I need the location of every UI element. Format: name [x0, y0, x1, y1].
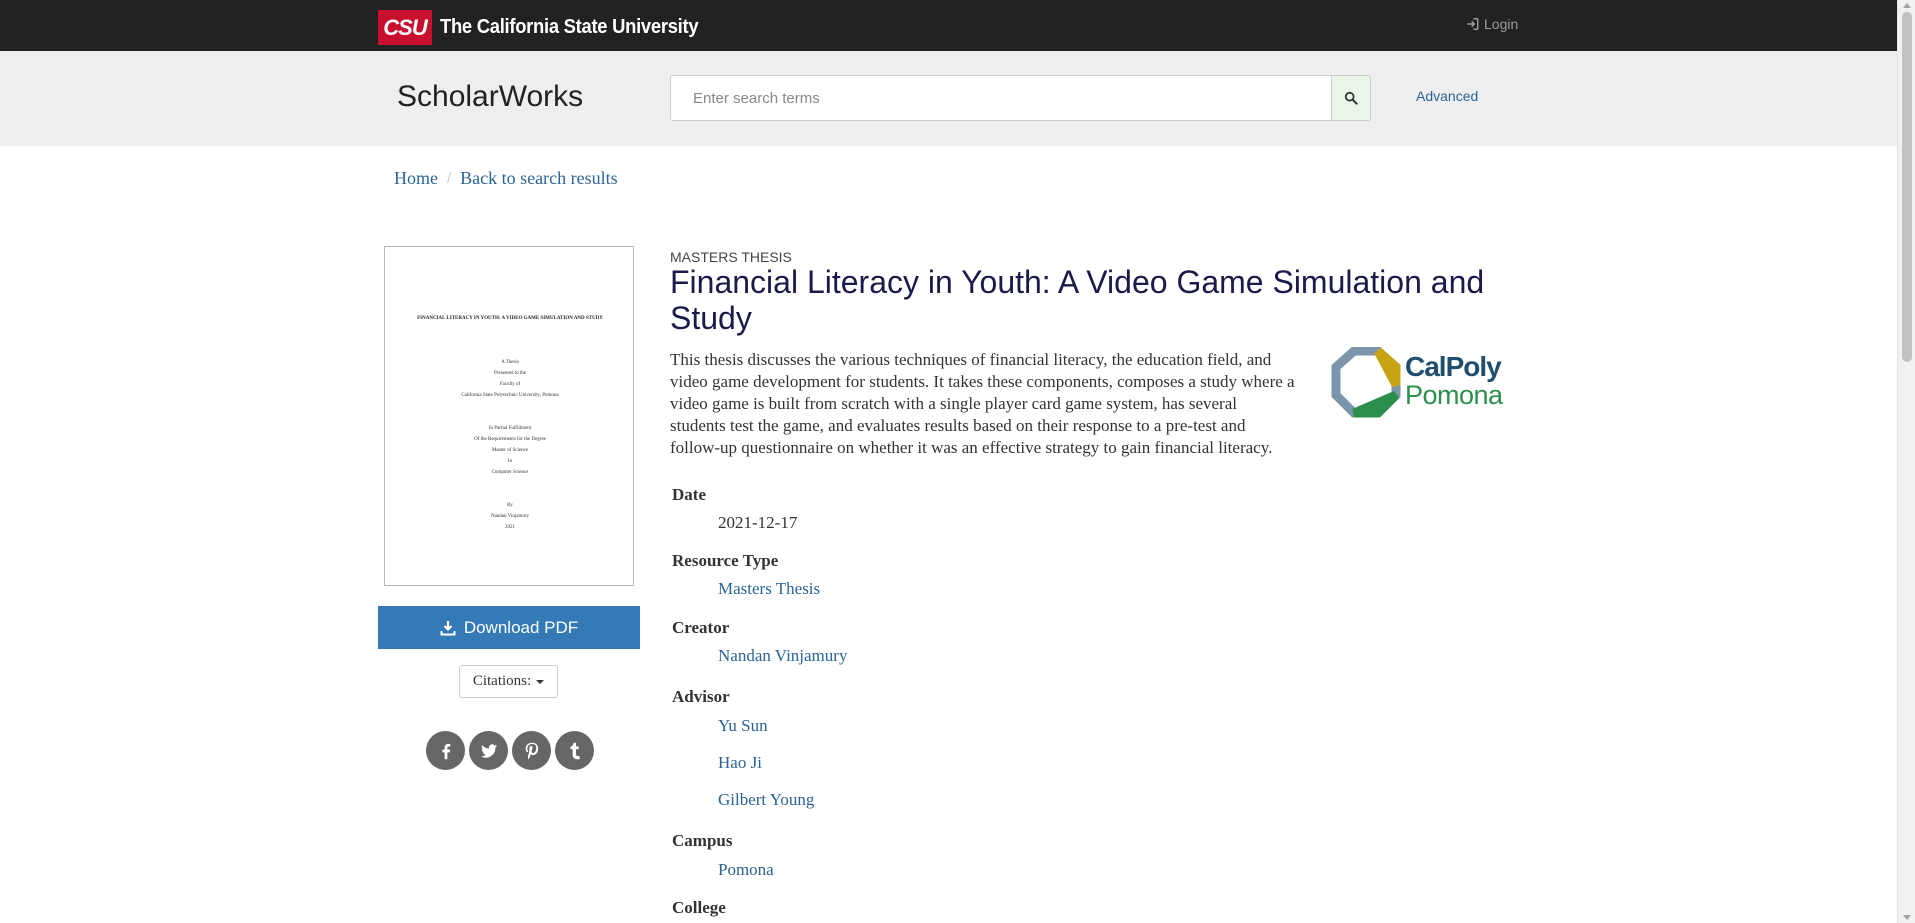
social-share-buttons: [426, 731, 594, 770]
citations-dropdown[interactable]: Citations:: [459, 665, 558, 698]
thumbnail-line: California State Polytechnic University,…: [461, 393, 559, 398]
login-link[interactable]: Login: [1465, 16, 1518, 32]
citations-label: Citations:: [472, 673, 532, 689]
advanced-search-link[interactable]: Advanced: [1416, 88, 1478, 104]
thumbnail-line: Master of Science: [491, 448, 529, 453]
tumblr-icon[interactable]: [555, 731, 594, 770]
csu-logo-mark: CSU: [378, 10, 432, 45]
thumbnail-line: [415, 412, 605, 423]
resource-type-label: MASTERS THESIS: [670, 249, 792, 265]
twitter-icon[interactable]: [469, 731, 508, 770]
campus-label: Campus: [672, 831, 733, 850]
thumbnail-line: Presented to the: [494, 371, 526, 376]
calpoly-logo-line1: CalPoly: [1405, 351, 1502, 382]
resource-type-field-label: Resource Type: [672, 551, 779, 570]
creator-label: Creator: [672, 618, 730, 637]
login-label: Login: [1484, 16, 1519, 32]
advisor-link[interactable]: Gilbert Young: [718, 790, 814, 810]
college-label: College: [672, 898, 726, 917]
top-navbar: CSU The California State University Logi…: [0, 0, 1897, 51]
thumbnail-line: [415, 401, 605, 412]
pdf-thumbnail[interactable]: FINANCIAL LITERACY IN YOUTH: A VIDEO GAM…: [384, 246, 634, 586]
thumbnail-line: A Thesis: [501, 360, 519, 365]
creator-link[interactable]: Nandan Vinjamury: [718, 646, 847, 666]
csu-logo[interactable]: CSU The California State University: [378, 10, 721, 45]
scroll-up-arrow-icon[interactable]: [1903, 3, 1911, 8]
resource-type-link[interactable]: Masters Thesis: [718, 579, 820, 599]
thumbnail-line: Computer Science: [491, 470, 529, 475]
thumbnail-line: Nandan Vinjamury: [490, 514, 530, 519]
thumbnail-line: Faculty of: [499, 382, 521, 387]
breadcrumb-back-to-results[interactable]: Back to search results: [460, 168, 617, 189]
thumbnail-line: Of the Requirements for the Degree: [474, 437, 546, 442]
breadcrumb-separator: /: [447, 170, 452, 187]
download-pdf-button[interactable]: Download PDF: [378, 606, 640, 649]
date-label: Date: [672, 485, 706, 504]
calpoly-octagon-icon: [1331, 347, 1401, 418]
search-band: ScholarWorks Advanced: [0, 51, 1897, 146]
thumbnail-title: FINANCIAL LITERACY IN YOUTH: A VIDEO GAM…: [417, 316, 603, 321]
date-value: 2021-12-17: [718, 513, 798, 532]
search-icon: [1344, 91, 1358, 105]
campus-link[interactable]: Pomona: [718, 860, 774, 880]
record-title: Financial Literacy in Youth: A Video Gam…: [670, 264, 1485, 336]
scrollbar-thumb[interactable]: [1902, 12, 1912, 362]
sign-in-icon: [1467, 18, 1479, 30]
search-input[interactable]: [670, 75, 1332, 121]
org-name: The California State University: [440, 16, 699, 38]
calpoly-pomona-logo: CalPoly Pomona: [1330, 347, 1515, 419]
thumbnail-line: [415, 489, 605, 500]
search-button[interactable]: [1331, 75, 1371, 121]
thumbnail-line: By: [507, 503, 513, 508]
thumbnail-line: [415, 478, 605, 489]
breadcrumb-home[interactable]: Home: [394, 168, 438, 189]
calpoly-logo-line2: Pomona: [1405, 380, 1503, 410]
breadcrumb: Home / Back to search results: [394, 168, 618, 189]
download-label: Download PDF: [463, 617, 579, 637]
advisor-label: Advisor: [672, 687, 730, 706]
facebook-icon[interactable]: [426, 731, 465, 770]
thumbnail-line: 2021: [505, 525, 515, 530]
thumbnail-body: A Thesis Presented to the Faculty of Cal…: [415, 357, 605, 533]
thumbnail-line: In: [507, 459, 513, 464]
record-abstract: This thesis discusses the various techni…: [670, 350, 1295, 457]
pinterest-icon[interactable]: [512, 731, 551, 770]
scholarworks-brand[interactable]: ScholarWorks: [397, 80, 583, 114]
scroll-down-arrow-icon[interactable]: [1903, 915, 1911, 920]
download-icon: [440, 620, 456, 635]
advisor-link[interactable]: Yu Sun: [718, 716, 768, 736]
page-scrollbar[interactable]: [1897, 0, 1915, 923]
advisor-link[interactable]: Hao Ji: [718, 753, 762, 773]
caret-down-icon: [536, 679, 545, 684]
thumbnail-line: In Partial Fulfillment: [488, 426, 532, 431]
